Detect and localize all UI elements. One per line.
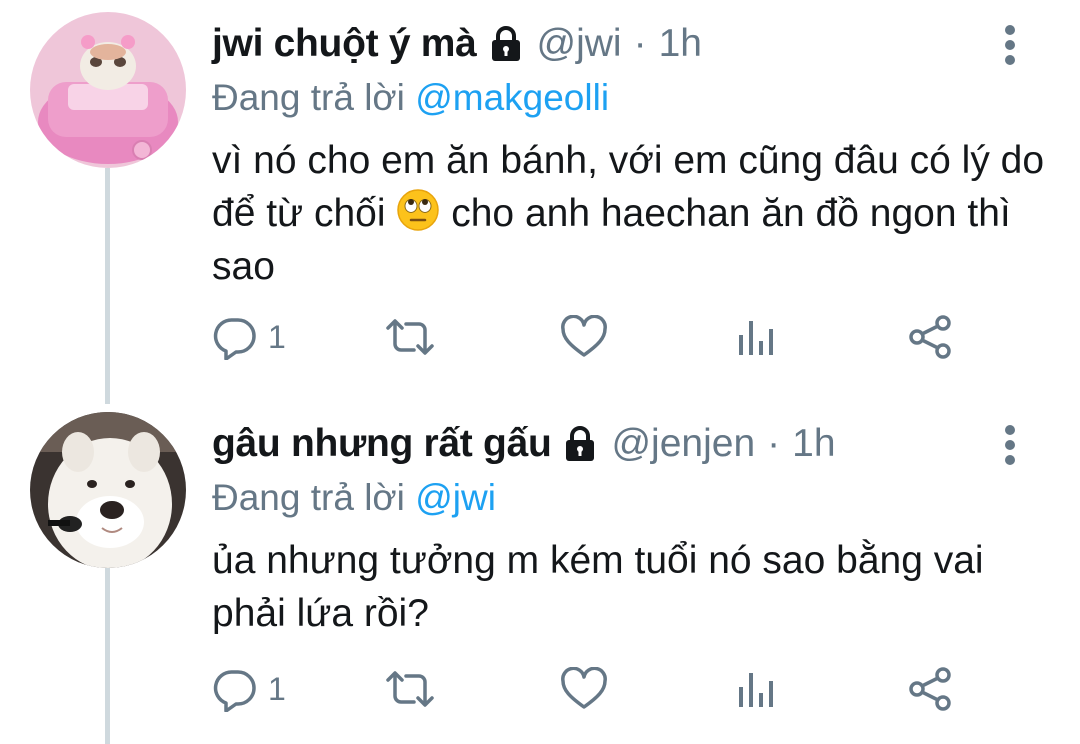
more-vertical-icon[interactable]: [1002, 424, 1018, 466]
analytics-icon: [736, 317, 776, 357]
analytics-button[interactable]: [736, 312, 776, 362]
reply-count: 1: [268, 670, 286, 707]
tweet[interactable]: jwi chuột ý mà @jwi · 1h Đang trả lời @m…: [0, 0, 1080, 400]
like-button[interactable]: [560, 312, 608, 362]
tweet-actions: 1: [212, 664, 972, 714]
retweet-button[interactable]: [384, 664, 436, 714]
mention-link[interactable]: @makgeolli: [415, 77, 609, 118]
avatar[interactable]: [30, 12, 186, 168]
retweet-button[interactable]: [384, 312, 436, 362]
more-vertical-icon[interactable]: [1002, 24, 1018, 66]
avatar[interactable]: [30, 412, 186, 568]
timestamp[interactable]: 1h: [792, 422, 835, 466]
heart-icon: [560, 667, 608, 711]
display-name[interactable]: jwi chuột ý mà: [212, 22, 477, 66]
display-name[interactable]: gâu nhưng rất gấu: [212, 422, 552, 466]
lock-icon: [561, 425, 599, 463]
lock-icon: [487, 25, 525, 63]
reply-icon: [212, 666, 258, 712]
reply-icon: [212, 314, 258, 360]
share-icon: [908, 314, 954, 360]
reply-button[interactable]: 1: [212, 312, 286, 362]
user-handle[interactable]: @jwi: [537, 22, 622, 66]
reply-button[interactable]: 1: [212, 664, 286, 714]
separator-dot: ·: [767, 422, 781, 465]
tweet-text: vì nó cho em ăn bánh, với em cũng đâu có…: [212, 134, 1052, 293]
analytics-icon: [736, 669, 776, 709]
replying-to-label: Đang trả lời: [212, 477, 405, 518]
separator-dot: ·: [633, 22, 647, 65]
retweet-icon: [384, 314, 436, 360]
replying-to: Đang trả lời @jwi: [212, 472, 1040, 524]
heart-icon: [560, 315, 608, 359]
replying-to: Đang trả lời @makgeolli: [212, 72, 1040, 124]
like-button[interactable]: [560, 664, 608, 714]
reply-count: 1: [268, 318, 286, 355]
tweet-text: ủa nhưng tưởng m kém tuổi nó sao bằng va…: [212, 539, 984, 635]
share-button[interactable]: [908, 664, 954, 714]
tweet-header: gâu nhưng rất gấu @jenjen · 1h: [212, 416, 1040, 472]
share-button[interactable]: [908, 312, 954, 362]
retweet-icon: [384, 666, 436, 712]
tweet-header: jwi chuột ý mà @jwi · 1h: [212, 16, 1040, 72]
mention-link[interactable]: @jwi: [415, 477, 496, 518]
eye-roll-emoji-icon: [396, 188, 440, 232]
tweet-actions: 1: [212, 312, 972, 362]
replying-to-label: Đang trả lời: [212, 77, 405, 118]
tweet[interactable]: gâu nhưng rất gấu @jenjen · 1h Đang trả: [0, 400, 1080, 744]
share-icon: [908, 666, 954, 712]
user-handle[interactable]: @jenjen: [611, 422, 755, 466]
analytics-button[interactable]: [736, 664, 776, 714]
timestamp[interactable]: 1h: [659, 22, 702, 66]
